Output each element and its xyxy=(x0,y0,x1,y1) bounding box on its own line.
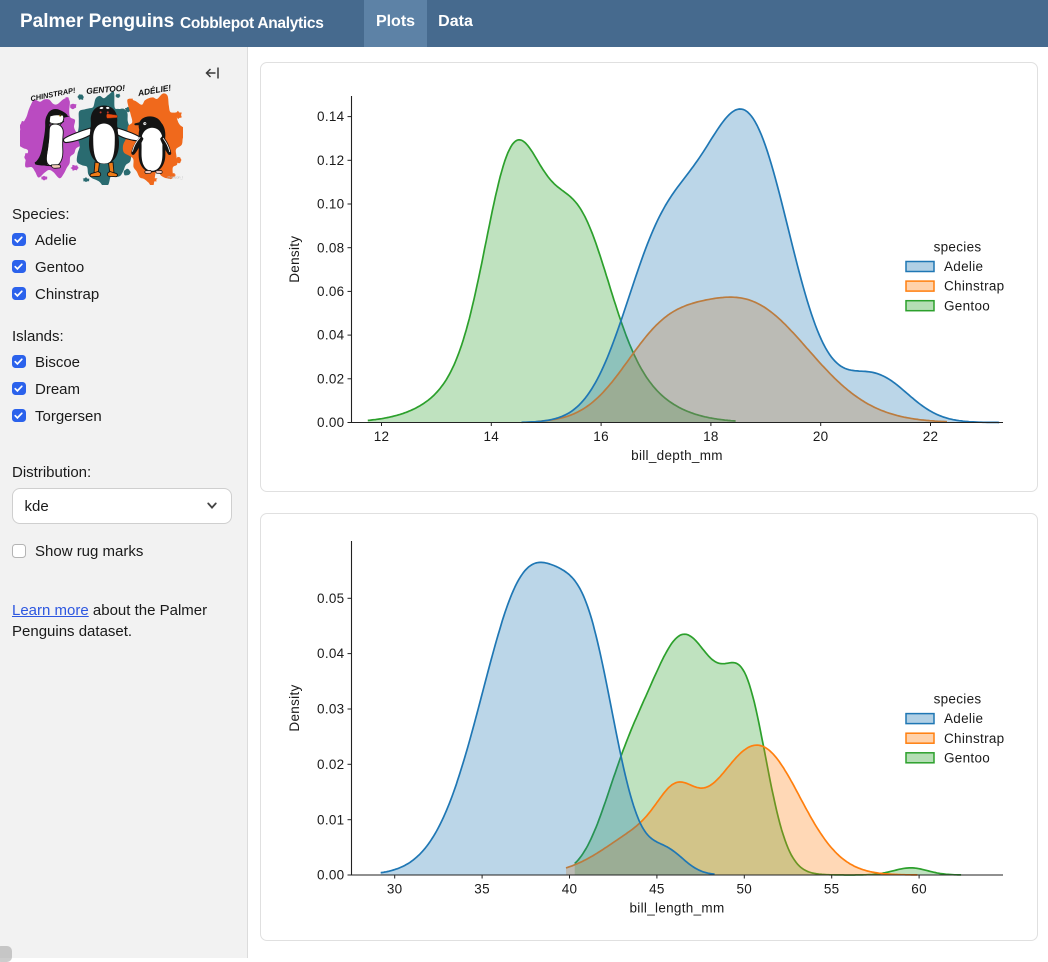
svg-text:35: 35 xyxy=(474,882,490,897)
svg-text:45: 45 xyxy=(649,882,665,897)
svg-text:0.02: 0.02 xyxy=(317,757,344,772)
svg-text:0.14: 0.14 xyxy=(317,109,345,124)
svg-text:22: 22 xyxy=(923,429,939,444)
svg-text:16: 16 xyxy=(593,429,609,444)
svg-text:18: 18 xyxy=(703,429,719,444)
svg-text:CHINSTRAP!: CHINSTRAP! xyxy=(30,86,77,104)
svg-text:bill_length_mm: bill_length_mm xyxy=(630,901,725,916)
svg-text:species: species xyxy=(934,692,982,707)
svg-text:50: 50 xyxy=(736,882,752,897)
svg-text:Chinstrap: Chinstrap xyxy=(944,731,1004,746)
svg-text:0.04: 0.04 xyxy=(317,328,345,343)
svg-text:60: 60 xyxy=(911,882,927,897)
svg-text:0.03: 0.03 xyxy=(317,702,344,717)
svg-text:0.00: 0.00 xyxy=(317,415,344,430)
svg-text:Chinstrap: Chinstrap xyxy=(944,279,1004,294)
svg-text:0.12: 0.12 xyxy=(317,153,344,168)
svg-text:@allison_horst: @allison_horst xyxy=(167,176,183,180)
svg-text:12: 12 xyxy=(374,429,390,444)
svg-text:species: species xyxy=(934,240,982,255)
svg-text:Gentoo: Gentoo xyxy=(944,298,990,313)
svg-text:bill_depth_mm: bill_depth_mm xyxy=(631,448,723,463)
svg-text:30: 30 xyxy=(387,882,403,897)
svg-text:0.08: 0.08 xyxy=(317,240,344,255)
svg-text:0.02: 0.02 xyxy=(317,371,344,386)
svg-text:0.05: 0.05 xyxy=(317,591,344,606)
svg-text:0.10: 0.10 xyxy=(317,197,344,212)
svg-text:20: 20 xyxy=(813,429,829,444)
svg-text:14: 14 xyxy=(483,429,499,444)
svg-text:Gentoo: Gentoo xyxy=(944,750,990,765)
svg-text:Adelie: Adelie xyxy=(944,259,983,274)
svg-text:Density: Density xyxy=(287,236,302,283)
svg-text:0.06: 0.06 xyxy=(317,284,344,299)
svg-text:Density: Density xyxy=(287,684,302,731)
svg-text:0.04: 0.04 xyxy=(317,646,345,661)
svg-text:GENTOO!: GENTOO! xyxy=(86,84,126,96)
svg-text:40: 40 xyxy=(562,882,578,897)
svg-text:Adelie: Adelie xyxy=(944,711,983,726)
svg-text:55: 55 xyxy=(824,882,840,897)
svg-text:0.00: 0.00 xyxy=(317,868,344,883)
svg-text:0.01: 0.01 xyxy=(317,812,344,827)
